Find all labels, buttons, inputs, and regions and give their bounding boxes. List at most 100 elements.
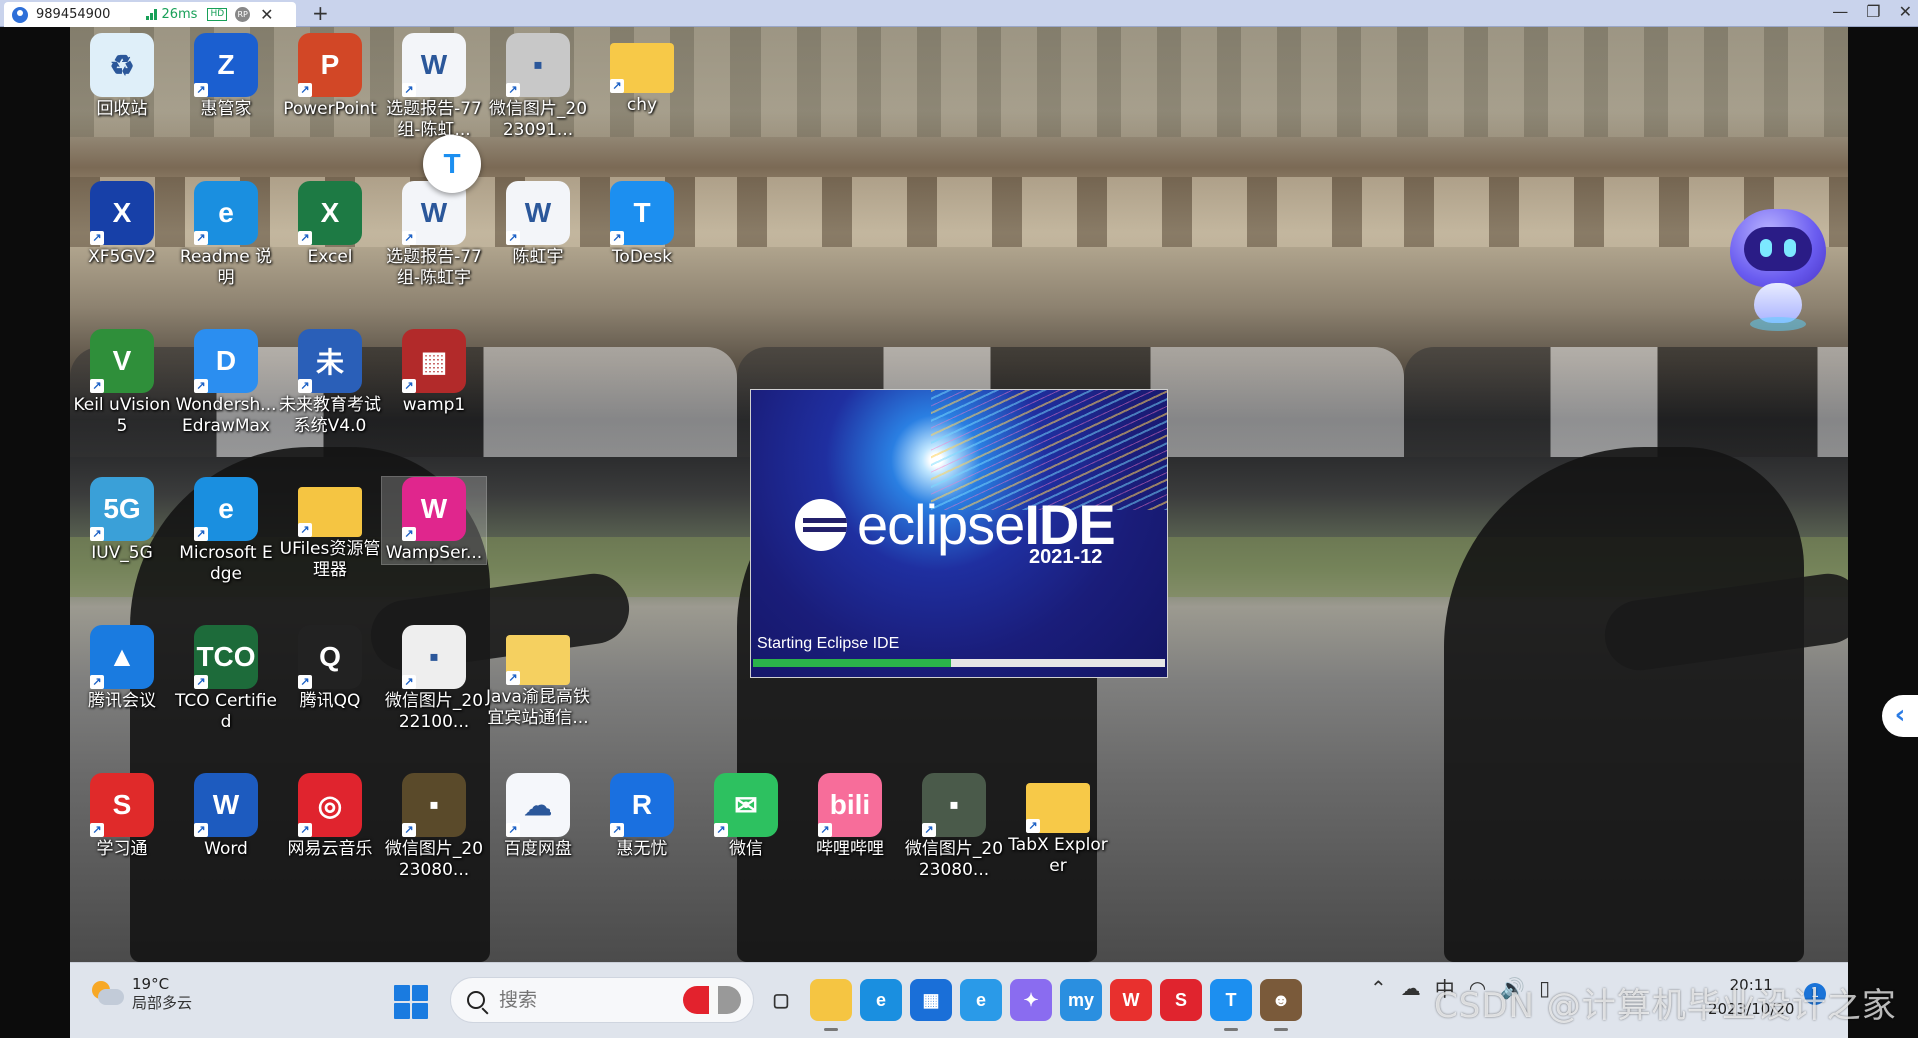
desktop-icon-baidu-netdisk[interactable]: ☁ ↗ 百度网盘 xyxy=(486,773,590,860)
excel-icon: X ↗ xyxy=(298,181,362,245)
desktop-icon-chy-folder[interactable]: ↗ chy xyxy=(590,33,694,116)
latency-value: 26ms xyxy=(161,7,198,22)
desktop-icon-label: UFiles资源管理器 xyxy=(279,539,381,580)
desktop-icon-wampserver[interactable]: W ↗ WampSer... xyxy=(381,476,487,565)
desktop-icon-label: XF5GV2 xyxy=(88,247,156,267)
desktop-icon-word-doc-2[interactable]: W ↗ 选题报告-77组-陈虹宇 xyxy=(382,181,486,289)
desktop-icon-keil[interactable]: V ↗ Keil uVision5 xyxy=(70,329,174,437)
minimize-button[interactable]: — xyxy=(1832,2,1848,21)
shortcut-arrow-icon: ↗ xyxy=(90,823,104,837)
desktop-icon-word-doc-1[interactable]: W ↗ 选题报告-77组-陈虹... xyxy=(382,33,486,141)
netease-music-icon: ◎ ↗ xyxy=(298,773,362,837)
desktop-icon-xf5gv2[interactable]: X ↗ XF5GV2 xyxy=(70,181,174,268)
desktop-icon-label: wamp1 xyxy=(402,395,466,415)
desktop-icon-tencent-meeting[interactable]: ▲ ↗ 腾讯会议 xyxy=(70,625,174,712)
start-button[interactable] xyxy=(394,985,428,1019)
weather-widget[interactable]: 19°C 局部多云 xyxy=(90,975,192,1013)
taskbar-app-myeclipse[interactable]: my xyxy=(1060,979,1102,1021)
desktop-icon-word-doc-3[interactable]: W ↗ 陈虹宇 xyxy=(486,181,590,268)
future-edu-icon: 未 ↗ xyxy=(298,329,362,393)
taskbar-app-ie-like[interactable]: e xyxy=(960,979,1002,1021)
taskbar-app-edge[interactable]: e xyxy=(860,979,902,1021)
taskbar-app-file-explorer[interactable] xyxy=(810,979,852,1031)
taskbar-app-task-view[interactable]: ▢ xyxy=(760,979,802,1021)
shortcut-arrow-icon: ↗ xyxy=(298,523,312,537)
desktop-icon-powerpoint[interactable]: P ↗ PowerPoint xyxy=(278,33,382,120)
desktop-icon-wechat-img-1[interactable]: ▪ ↗ 微信图片_2023091... xyxy=(486,33,590,141)
restore-button[interactable]: ❐ xyxy=(1866,2,1880,21)
desktop-icon-wechat-img-3[interactable]: ▪ ↗ 微信图片_2023080... xyxy=(382,773,486,881)
rp-badge[interactable]: RP xyxy=(235,7,251,22)
desktop-icon-wechat-img-2[interactable]: ▪ ↗ 微信图片_2022100... xyxy=(382,625,486,733)
desktop-icon-label: 网易云音乐 xyxy=(287,839,373,859)
tencent-qq-icon: Q ↗ xyxy=(298,625,362,689)
desktop-icon-label: ToDesk xyxy=(611,247,673,267)
shortcut-arrow-icon: ↗ xyxy=(610,823,624,837)
shortcut-arrow-icon: ↗ xyxy=(298,675,312,689)
desktop[interactable]: ♻ 回收站 Z ↗ 惠管家 P ↗ PowerPoint W ↗ 选题报告-77组-陈虹... ▪ ↗ 微… xyxy=(70,27,1848,962)
csdn-watermark: CSDN @计算机毕业设计之家 xyxy=(1434,986,1897,1026)
remote-desktop-frame: ♻ 回收站 Z ↗ 惠管家 P ↗ PowerPoint W ↗ 选题报告-77组-陈虹... ▪ ↗ 微… xyxy=(0,27,1918,1038)
hd-badge[interactable]: HD xyxy=(207,8,228,21)
assistant-robot-icon[interactable] xyxy=(1724,209,1832,331)
desktop-icon-edge[interactable]: e ↗ Microsoft Edge xyxy=(174,477,278,585)
desktop-icon-bilibili[interactable]: bili ↗ 哔哩哔哩 xyxy=(798,773,902,860)
taskbar-app-xuexitong[interactable]: S xyxy=(1160,979,1202,1021)
desktop-icon-wechat[interactable]: ✉ ↗ 微信 xyxy=(694,773,798,860)
desktop-icon-wechat-img-4[interactable]: ▪ ↗ 微信图片_2023080... xyxy=(902,773,1006,881)
recycle-bin-icon: ♻ xyxy=(90,33,154,97)
desktop-icon-todesk[interactable]: T ↗ ToDesk xyxy=(590,181,694,268)
edrawmax-icon: D ↗ xyxy=(194,329,258,393)
desktop-icon-iuv-5g[interactable]: 5G ↗ IUV_5G xyxy=(70,477,174,564)
desktop-icon-huiwuyou[interactable]: R ↗ 惠无忧 xyxy=(590,773,694,860)
taskbar-app-user-app[interactable]: ☻ xyxy=(1260,979,1302,1031)
close-tab-icon[interactable]: ✕ xyxy=(260,5,273,24)
wechat-img-3-icon: ▪ ↗ xyxy=(402,773,466,837)
desktop-icon-label: 百度网盘 xyxy=(504,839,572,859)
desktop-icon-xuexitong[interactable]: S ↗ 学习通 xyxy=(70,773,174,860)
wechat-img-1-icon: ▪ ↗ xyxy=(506,33,570,97)
desktop-icon-label: 陈虹宇 xyxy=(512,247,564,267)
desktop-icon-future-edu[interactable]: 未 ↗ 未来教育考试系统V4.0 xyxy=(278,329,382,437)
partly-cloudy-icon xyxy=(90,979,126,1009)
todesk-floating-icon[interactable]: T xyxy=(423,135,481,193)
desktop-icon-word[interactable]: W ↗ Word xyxy=(174,773,278,860)
wallpaper-panel xyxy=(1404,27,1848,962)
taskbar-search[interactable] xyxy=(450,977,754,1023)
desktop-icon-wamp1[interactable]: ▦ ↗ wamp1 xyxy=(382,329,486,416)
desktop-icon-netease-music[interactable]: ◎ ↗ 网易云音乐 xyxy=(278,773,382,860)
desktop-icon-ufiles[interactable]: ↗ UFiles资源管理器 xyxy=(278,477,382,581)
shortcut-arrow-icon: ↗ xyxy=(194,379,208,393)
desktop-icon-readme[interactable]: e ↗ Readme 说明 xyxy=(174,181,278,289)
side-panel-toggle-button[interactable]: ‹ xyxy=(1882,695,1918,737)
tray-icon[interactable]: ☁ xyxy=(1401,976,1421,1000)
taskbar-app-copilot[interactable]: ✦ xyxy=(1010,979,1052,1021)
desktop-icon-recycle-bin[interactable]: ♻ 回收站 xyxy=(70,33,174,120)
tray-icon[interactable]: ⌃ xyxy=(1370,976,1387,1000)
search-input[interactable] xyxy=(499,989,649,1011)
desktop-icon-label: PowerPoint xyxy=(283,99,377,119)
desktop-icon-edrawmax[interactable]: D ↗ Wondersh... EdrawMax xyxy=(174,329,278,437)
desktop-icon-huiguanjia[interactable]: Z ↗ 惠管家 xyxy=(174,33,278,120)
wechat-img-4-icon: ▪ ↗ xyxy=(922,773,986,837)
shortcut-arrow-icon: ↗ xyxy=(506,83,520,97)
splash-version: 2021-12 xyxy=(1029,546,1103,568)
xf5gv2-icon: X ↗ xyxy=(90,181,154,245)
weather-temperature: 19°C xyxy=(132,975,170,993)
close-window-button[interactable]: ✕ xyxy=(1899,2,1912,21)
splash-status: Starting Eclipse IDE xyxy=(757,635,900,652)
desktop-icon-label: 腾讯会议 xyxy=(88,691,156,711)
session-tab[interactable]: 989454900 26ms HD RP ✕ xyxy=(4,2,296,27)
shortcut-arrow-icon: ↗ xyxy=(298,83,312,97)
taskbar-app-wps[interactable]: W xyxy=(1110,979,1152,1021)
new-tab-button[interactable]: + xyxy=(312,1,329,25)
desktop-icon-tco-certified[interactable]: TCO ↗ TCO Certified xyxy=(174,625,278,733)
taskbar-app-store[interactable]: ▦ xyxy=(910,979,952,1021)
desktop-icon-excel[interactable]: X ↗ Excel xyxy=(278,181,382,268)
taskbar-app-todesk[interactable]: T xyxy=(1210,979,1252,1031)
desktop-icon-label: WampSer... xyxy=(385,543,483,563)
desktop-icon-label: 选题报告-77组-陈虹... xyxy=(386,99,482,140)
desktop-icon-tencent-qq[interactable]: Q ↗ 腾讯QQ xyxy=(278,625,382,712)
desktop-icon-java-folder[interactable]: ↗ Java渝昆高铁宜宾站通信... xyxy=(486,625,590,729)
desktop-icon-tabx-explorer[interactable]: ↗ TabX Explorer xyxy=(1006,773,1110,877)
